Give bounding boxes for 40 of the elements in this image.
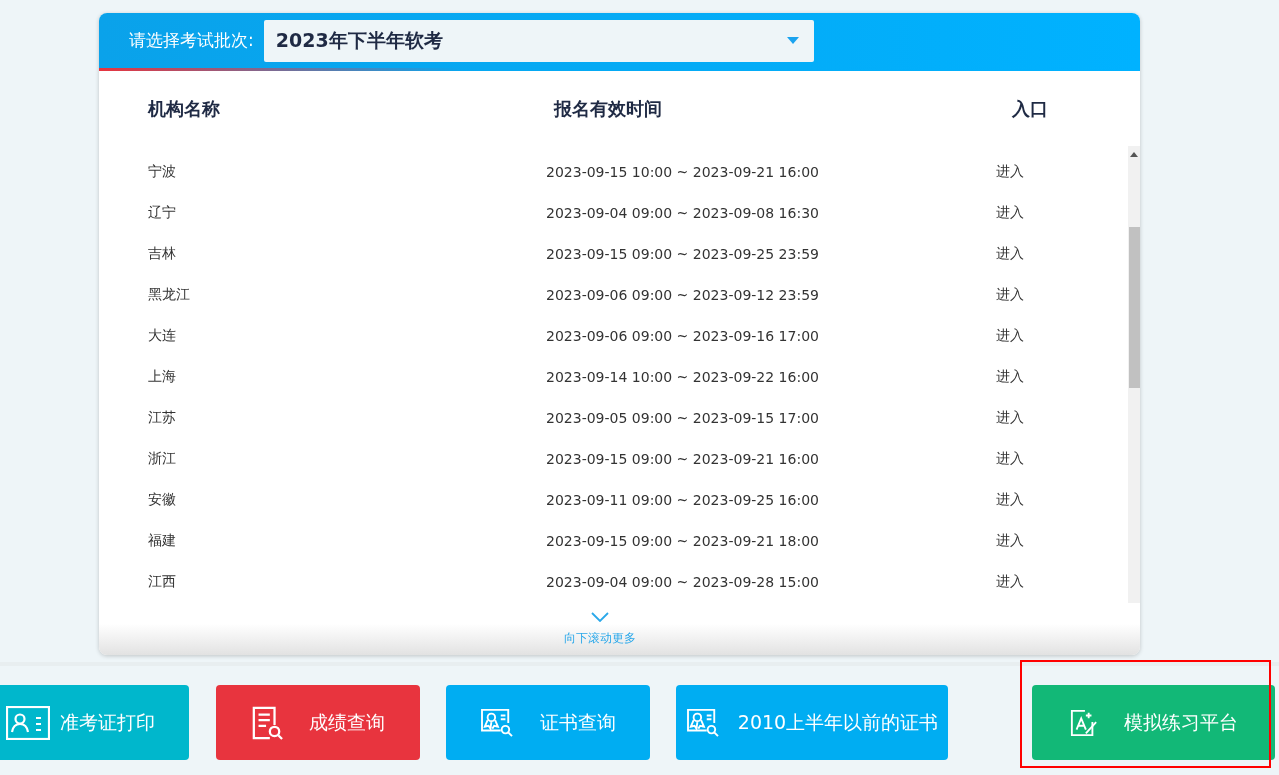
column-header: 机构名称 [146,96,221,121]
table-cell-text: 宁波 [147,162,177,181]
scroll-more-hint: 向下滚动更多 [563,629,636,647]
enter-link[interactable]: 进入 [947,531,1097,550]
table-cell-text: 2023-09-15 09:00 ~ 2023-09-25 23:59 [545,245,820,262]
table-cell-text: 2023-09-05 09:00 ~ 2023-09-15 17:00 [545,409,820,426]
table-cell-text: 2023-09-04 09:00 ~ 2023-09-28 15:00 [545,573,820,590]
batch-dropdown[interactable]: 2023年下半年软考 [263,19,814,62]
enter-link[interactable]: 进入 [947,490,1097,509]
column-header: 报名有效时间 [552,96,663,121]
column-header: 入口 [1011,96,1049,121]
enter-link[interactable]: 进入 [947,408,1097,427]
enter-link[interactable]: 进入 [947,449,1097,468]
table-cell-text: 吉林 [147,244,177,263]
table-cell-text: 江西 [147,572,177,591]
table-cell-text: 2023-09-15 10:00 ~ 2023-09-21 16:00 [545,163,820,180]
table-cell-text: 2023-09-14 10:00 ~ 2023-09-22 16:00 [545,368,820,385]
table-cell-text: 黑龙江 [147,285,191,304]
table-cell-text: 辽宁 [147,203,177,222]
table-cell-text: 江苏 [147,408,177,427]
table-cell-text: 2023-09-06 09:00 ~ 2023-09-12 23:59 [545,286,820,303]
table-cell-text: 2023-09-04 09:00 ~ 2023-09-08 16:30 [545,204,820,221]
shortcut-button[interactable]: 成绩查询 [216,685,420,760]
enter-link[interactable]: 进入 [947,203,1097,222]
table-cell-text: 2023-09-11 09:00 ~ 2023-09-25 16:00 [545,491,820,508]
enter-link[interactable]: 进入 [947,572,1097,591]
table-cell-text: 福建 [147,531,177,550]
table-cell-text: 2023-09-15 09:00 ~ 2023-09-21 16:00 [545,450,820,467]
table-cell-text: 上海 [147,367,177,386]
enter-link[interactable]: 进入 [947,244,1097,263]
table-cell-text: 2023-09-15 09:00 ~ 2023-09-21 18:00 [545,532,820,549]
table-cell-text: 大连 [147,326,177,345]
batch-label: 请选择考试批次: [129,29,254,52]
table-cell-text: 浙江 [147,449,177,468]
enter-link[interactable]: 进入 [947,162,1097,181]
table-cell-text: 安徽 [147,490,177,509]
enter-link[interactable]: 进入 [947,367,1097,386]
enter-link[interactable]: 进入 [947,326,1097,345]
enter-link[interactable]: 进入 [947,285,1097,304]
table-cell-text: 2023-09-06 09:00 ~ 2023-09-16 17:00 [545,327,820,344]
